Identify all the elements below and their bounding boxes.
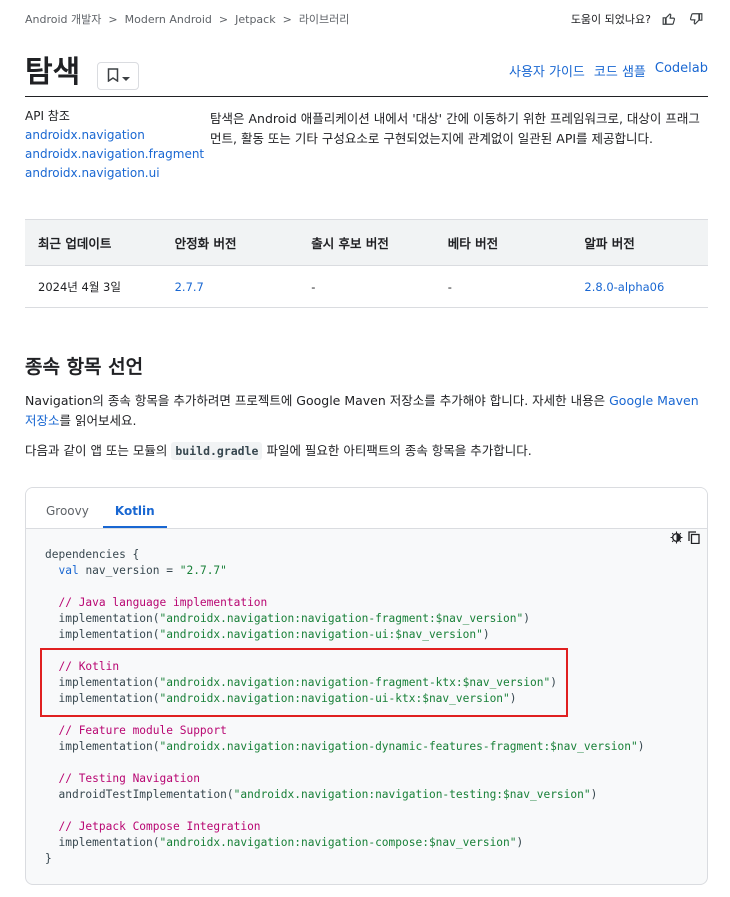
api-link-navigation-fragment[interactable]: androidx.navigation.fragment [25,145,204,164]
header-latest-update: 최근 업데이트 [38,236,112,251]
header-alpha: 알파 버전 [584,236,635,251]
breadcrumb-jetpack[interactable]: Jetpack [235,13,275,26]
maven-paragraph: Navigation의 종속 항목을 추가하려면 프로젝트에 Google Ma… [25,391,705,431]
bookmark-button[interactable] [97,62,139,90]
copy-icon[interactable] [687,530,701,544]
tab-groovy[interactable]: Groovy [34,504,101,528]
breadcrumb-modern-android[interactable]: Modern Android [125,13,212,26]
user-guide-link[interactable]: 사용자 가이드 [509,61,585,80]
breadcrumb-sep: > [218,12,229,26]
api-reference: API 참조 androidx.navigation androidx.navi… [25,107,204,183]
build-gradle-code: build.gradle [171,442,263,460]
versions-table: 최근 업데이트 안정화 버전 출시 후보 버전 베타 버전 알파 버전 2024… [25,219,708,308]
intro-text: 탐색은 Android 애플리케이션 내에서 '대상' 간에 이동하기 위한 프… [210,111,700,146]
cell-rc: - [311,279,316,294]
cell-beta: - [447,279,452,294]
gradle-text-after: 파일에 필요한 아티팩트의 종속 항목을 추가합니다. [262,443,532,458]
breadcrumb-libraries[interactable]: 라이브러리 [299,11,350,27]
gradle-paragraph: 다음과 같이 앱 또는 모듈의 build.gradle 파일에 필요한 아티팩… [25,441,532,461]
api-link-navigation[interactable]: androidx.navigation [25,126,204,145]
feedback-label: 도움이 되었나요? [570,13,651,26]
maven-text-before: Navigation의 종속 항목을 추가하려면 프로젝트에 Google Ma… [25,393,610,408]
maven-text-after: 를 읽어보세요. [59,413,137,428]
codelab-link[interactable]: Codelab [655,61,708,80]
code-tabs: Groovy Kotlin [26,488,707,529]
bookmark-icon [107,67,119,86]
title-links: 사용자 가이드 코드 샘플 Codelab [509,61,708,80]
gradle-text-before: 다음과 같이 앱 또는 모듈의 [25,443,172,458]
table-row: 2024년 4월 3일 2.7.7 - - 2.8.0-alpha06 [25,266,708,308]
cell-alpha-link[interactable]: 2.8.0-alpha06 [571,280,708,294]
page-title: 탐색 [25,55,81,90]
header-rc: 출시 후보 버전 [311,236,389,251]
title-row: 탐색 사용자 가이드 코드 샘플 Codelab [25,55,708,97]
feedback-bar: 도움이 되었나요? [571,10,705,28]
chevron-down-icon [121,67,130,86]
cell-stable-link[interactable]: 2.7.7 [162,280,299,294]
api-reference-label: API 참조 [25,109,70,123]
breadcrumb: Android 개발자 > Modern Android > Jetpack >… [25,11,349,27]
breadcrumb-sep: > [108,12,118,26]
api-link-navigation-ui[interactable]: androidx.navigation.ui [25,164,204,183]
section-title: 종속 항목 선언 [25,356,144,378]
breadcrumb-sep: > [282,12,292,26]
tab-kotlin[interactable]: Kotlin [102,504,167,528]
header-stable: 안정화 버전 [174,236,237,251]
code-samples-link[interactable]: 코드 샘플 [594,61,646,80]
kotlin-highlight-box [40,648,568,717]
breadcrumb-android-dev[interactable]: Android 개발자 [25,11,101,27]
versions-table-header: 최근 업데이트 안정화 버전 출시 후보 버전 베타 버전 알파 버전 [25,220,708,266]
cell-latest-update: 2024년 4월 3일 [38,279,121,294]
thumb-up-icon[interactable] [660,10,678,28]
header-beta: 베타 버전 [447,236,499,251]
theme-toggle-icon[interactable] [669,530,683,544]
thumb-down-icon[interactable] [687,10,705,28]
code-toolbar [669,530,701,544]
